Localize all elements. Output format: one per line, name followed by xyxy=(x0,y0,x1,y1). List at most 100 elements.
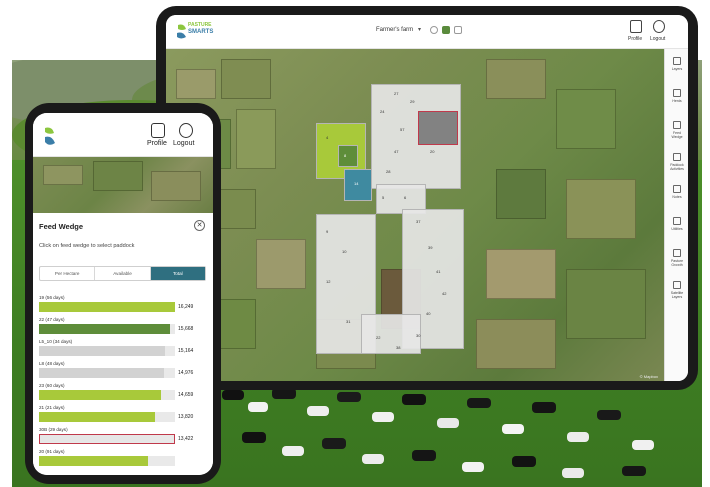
feed-wedge-row[interactable]: L8 (48 days) 14,976 xyxy=(39,361,209,381)
feed-wedge-row[interactable]: 21 (21 days) 13,820 xyxy=(39,405,209,425)
paddock-label: 38 xyxy=(396,345,401,350)
profile-label[interactable]: Profile xyxy=(147,140,167,147)
feed-bar xyxy=(39,368,165,378)
close-icon[interactable]: ✕ xyxy=(194,220,205,231)
sidebar-item-layers[interactable]: Layers xyxy=(668,55,686,81)
paddock-label: 10 xyxy=(342,249,347,254)
feed-wedge-row[interactable]: 19 (56 days) 16,249 xyxy=(39,295,209,315)
sidebar-item-utilities[interactable]: Utilities xyxy=(668,215,686,241)
feed-bar xyxy=(39,324,170,334)
feed-bar xyxy=(39,390,162,400)
paddock-label: 42 xyxy=(442,291,447,296)
feed-wedge-hint: Click on feed wedge to select paddock xyxy=(39,243,135,249)
feed-wedge-row[interactable]: 30B (29 days) 13,422 xyxy=(39,427,209,447)
chevron-down-icon[interactable]: ▾ xyxy=(418,26,421,33)
feed-bar xyxy=(39,412,155,422)
paddock-label: 22 xyxy=(376,335,381,340)
paddock-overlay-red[interactable] xyxy=(418,111,458,145)
paddock-days-label: 19 (56 days) xyxy=(39,295,65,300)
pasture-growth-icon xyxy=(673,249,681,257)
feed-wedge-tabs: Per Hectare Available Total xyxy=(39,266,206,281)
layers-icon xyxy=(673,57,681,65)
paddock-label: 5 xyxy=(382,195,385,200)
paddock-days-label: L5_10 (34 days) xyxy=(39,339,73,344)
paddock-days-label: 20 (91 days) xyxy=(39,449,65,454)
feed-value: 14,976 xyxy=(178,370,194,376)
profile-icon[interactable] xyxy=(151,123,165,138)
utilities-icon xyxy=(673,217,681,225)
farm-selector[interactable]: Farmer's farm xyxy=(376,27,413,33)
paddock-label: 47 xyxy=(394,149,399,154)
paddock-label: 39 xyxy=(428,245,433,250)
paddock-label: 9 xyxy=(326,229,329,234)
tablet-header: PASTURE SMARTS Farmer's farm ▾ Profile L… xyxy=(166,15,688,49)
sidebar-item-paddock-activities[interactable]: Paddock Activities xyxy=(668,151,686,177)
sidebar-item-feed-wedge[interactable]: Feed Wedge xyxy=(668,119,686,145)
feed-value: 15,164 xyxy=(178,348,194,354)
paddock-label: 24 xyxy=(380,109,385,114)
paddock-label: 27 xyxy=(394,91,399,96)
feed-wedge-panel: Feed Wedge ✕ Click on feed wedge to sele… xyxy=(33,213,213,475)
phone-map[interactable] xyxy=(33,157,213,213)
brand-name: PASTURE SMARTS xyxy=(188,22,213,35)
satellite-map[interactable]: 27 29 24 57 47 20 4 8 14 28 5 6 9 10 12 … xyxy=(166,49,664,381)
feed-wedge-row[interactable]: 22 (47 days) 15,668 xyxy=(39,317,209,337)
phone-header: Profile Logout xyxy=(33,113,213,157)
logout-icon[interactable] xyxy=(179,123,193,138)
paddock-label: 29 xyxy=(410,99,415,104)
sidebar-item-notes[interactable]: Notes xyxy=(668,183,686,209)
feed-value: 15,668 xyxy=(178,326,194,332)
paddock-label: 31 xyxy=(346,319,351,324)
paddock-overlay-south[interactable] xyxy=(361,314,421,354)
sidebar-label: Layers xyxy=(671,67,683,71)
paddock-days-label: 22 (47 days) xyxy=(39,317,65,322)
feed-bar xyxy=(40,435,150,442)
layers-toggle-icon[interactable] xyxy=(430,26,438,34)
paddock-label: 30 xyxy=(416,333,421,338)
profile-label[interactable]: Profile xyxy=(628,36,642,42)
marketing-scene: PASTURE SMARTS Farmer's farm ▾ Profile L… xyxy=(0,0,710,487)
logout-label[interactable]: Logout xyxy=(173,140,194,147)
feed-bar xyxy=(39,302,175,312)
feed-bar-track xyxy=(39,434,175,444)
paddock-label: 37 xyxy=(416,219,421,224)
feed-bar xyxy=(39,346,166,356)
brand-line-2: SMARTS xyxy=(188,29,214,35)
herds-icon xyxy=(673,89,681,97)
feed-bar-track xyxy=(39,324,175,334)
logout-icon[interactable] xyxy=(653,20,665,33)
paddock-label: 4 xyxy=(326,135,329,140)
feed-bar-track xyxy=(39,368,175,378)
sidebar-item-satellite-layers[interactable]: Satellite Layers xyxy=(668,279,686,305)
phone-device: Profile Logout Feed Wedge ✕ Click on fee… xyxy=(25,103,221,484)
tab-per-hectare[interactable]: Per Hectare xyxy=(40,267,96,280)
paddock-activities-icon xyxy=(673,153,681,161)
logout-label[interactable]: Logout xyxy=(650,36,665,42)
tab-total[interactable]: Total xyxy=(150,267,205,280)
map-view-icon[interactable] xyxy=(442,26,450,34)
feed-bar-track xyxy=(39,456,175,466)
sidebar-item-pasture-growth[interactable]: Pasture Growth xyxy=(668,247,686,273)
sidebar-item-herds[interactable]: Herds xyxy=(668,87,686,113)
tab-available[interactable]: Available xyxy=(95,267,151,280)
feed-wedge-row[interactable]: 23 (60 days) 14,659 xyxy=(39,383,209,403)
paddock-label: 20 xyxy=(430,149,435,154)
sidebar-label: Satellite Layers xyxy=(670,291,684,299)
tablet-device: PASTURE SMARTS Farmer's farm ▾ Profile L… xyxy=(156,6,698,390)
paddock-days-label: L8 (48 days) xyxy=(39,361,65,366)
feed-wedge-icon xyxy=(673,121,681,129)
profile-icon[interactable] xyxy=(630,20,642,33)
feed-wedge-row[interactable]: 20 (91 days) xyxy=(39,449,209,469)
paddock-label: 40 xyxy=(426,311,431,316)
list-view-icon[interactable] xyxy=(454,26,462,34)
paddock-dark-green[interactable] xyxy=(338,145,358,167)
paddock-label: 14 xyxy=(354,181,359,186)
paddock-label: 6 xyxy=(404,195,407,200)
satellite-icon xyxy=(673,281,681,289)
sidebar-label: Paddock Activities xyxy=(670,163,684,171)
tablet-sidebar: Layers Herds Feed Wedge Paddock Activiti… xyxy=(664,49,688,381)
feed-value: 14,659 xyxy=(178,392,194,398)
paddock-label: 41 xyxy=(436,269,441,274)
feed-bar-track xyxy=(39,346,175,356)
feed-wedge-row[interactable]: L5_10 (34 days) 15,164 xyxy=(39,339,209,359)
